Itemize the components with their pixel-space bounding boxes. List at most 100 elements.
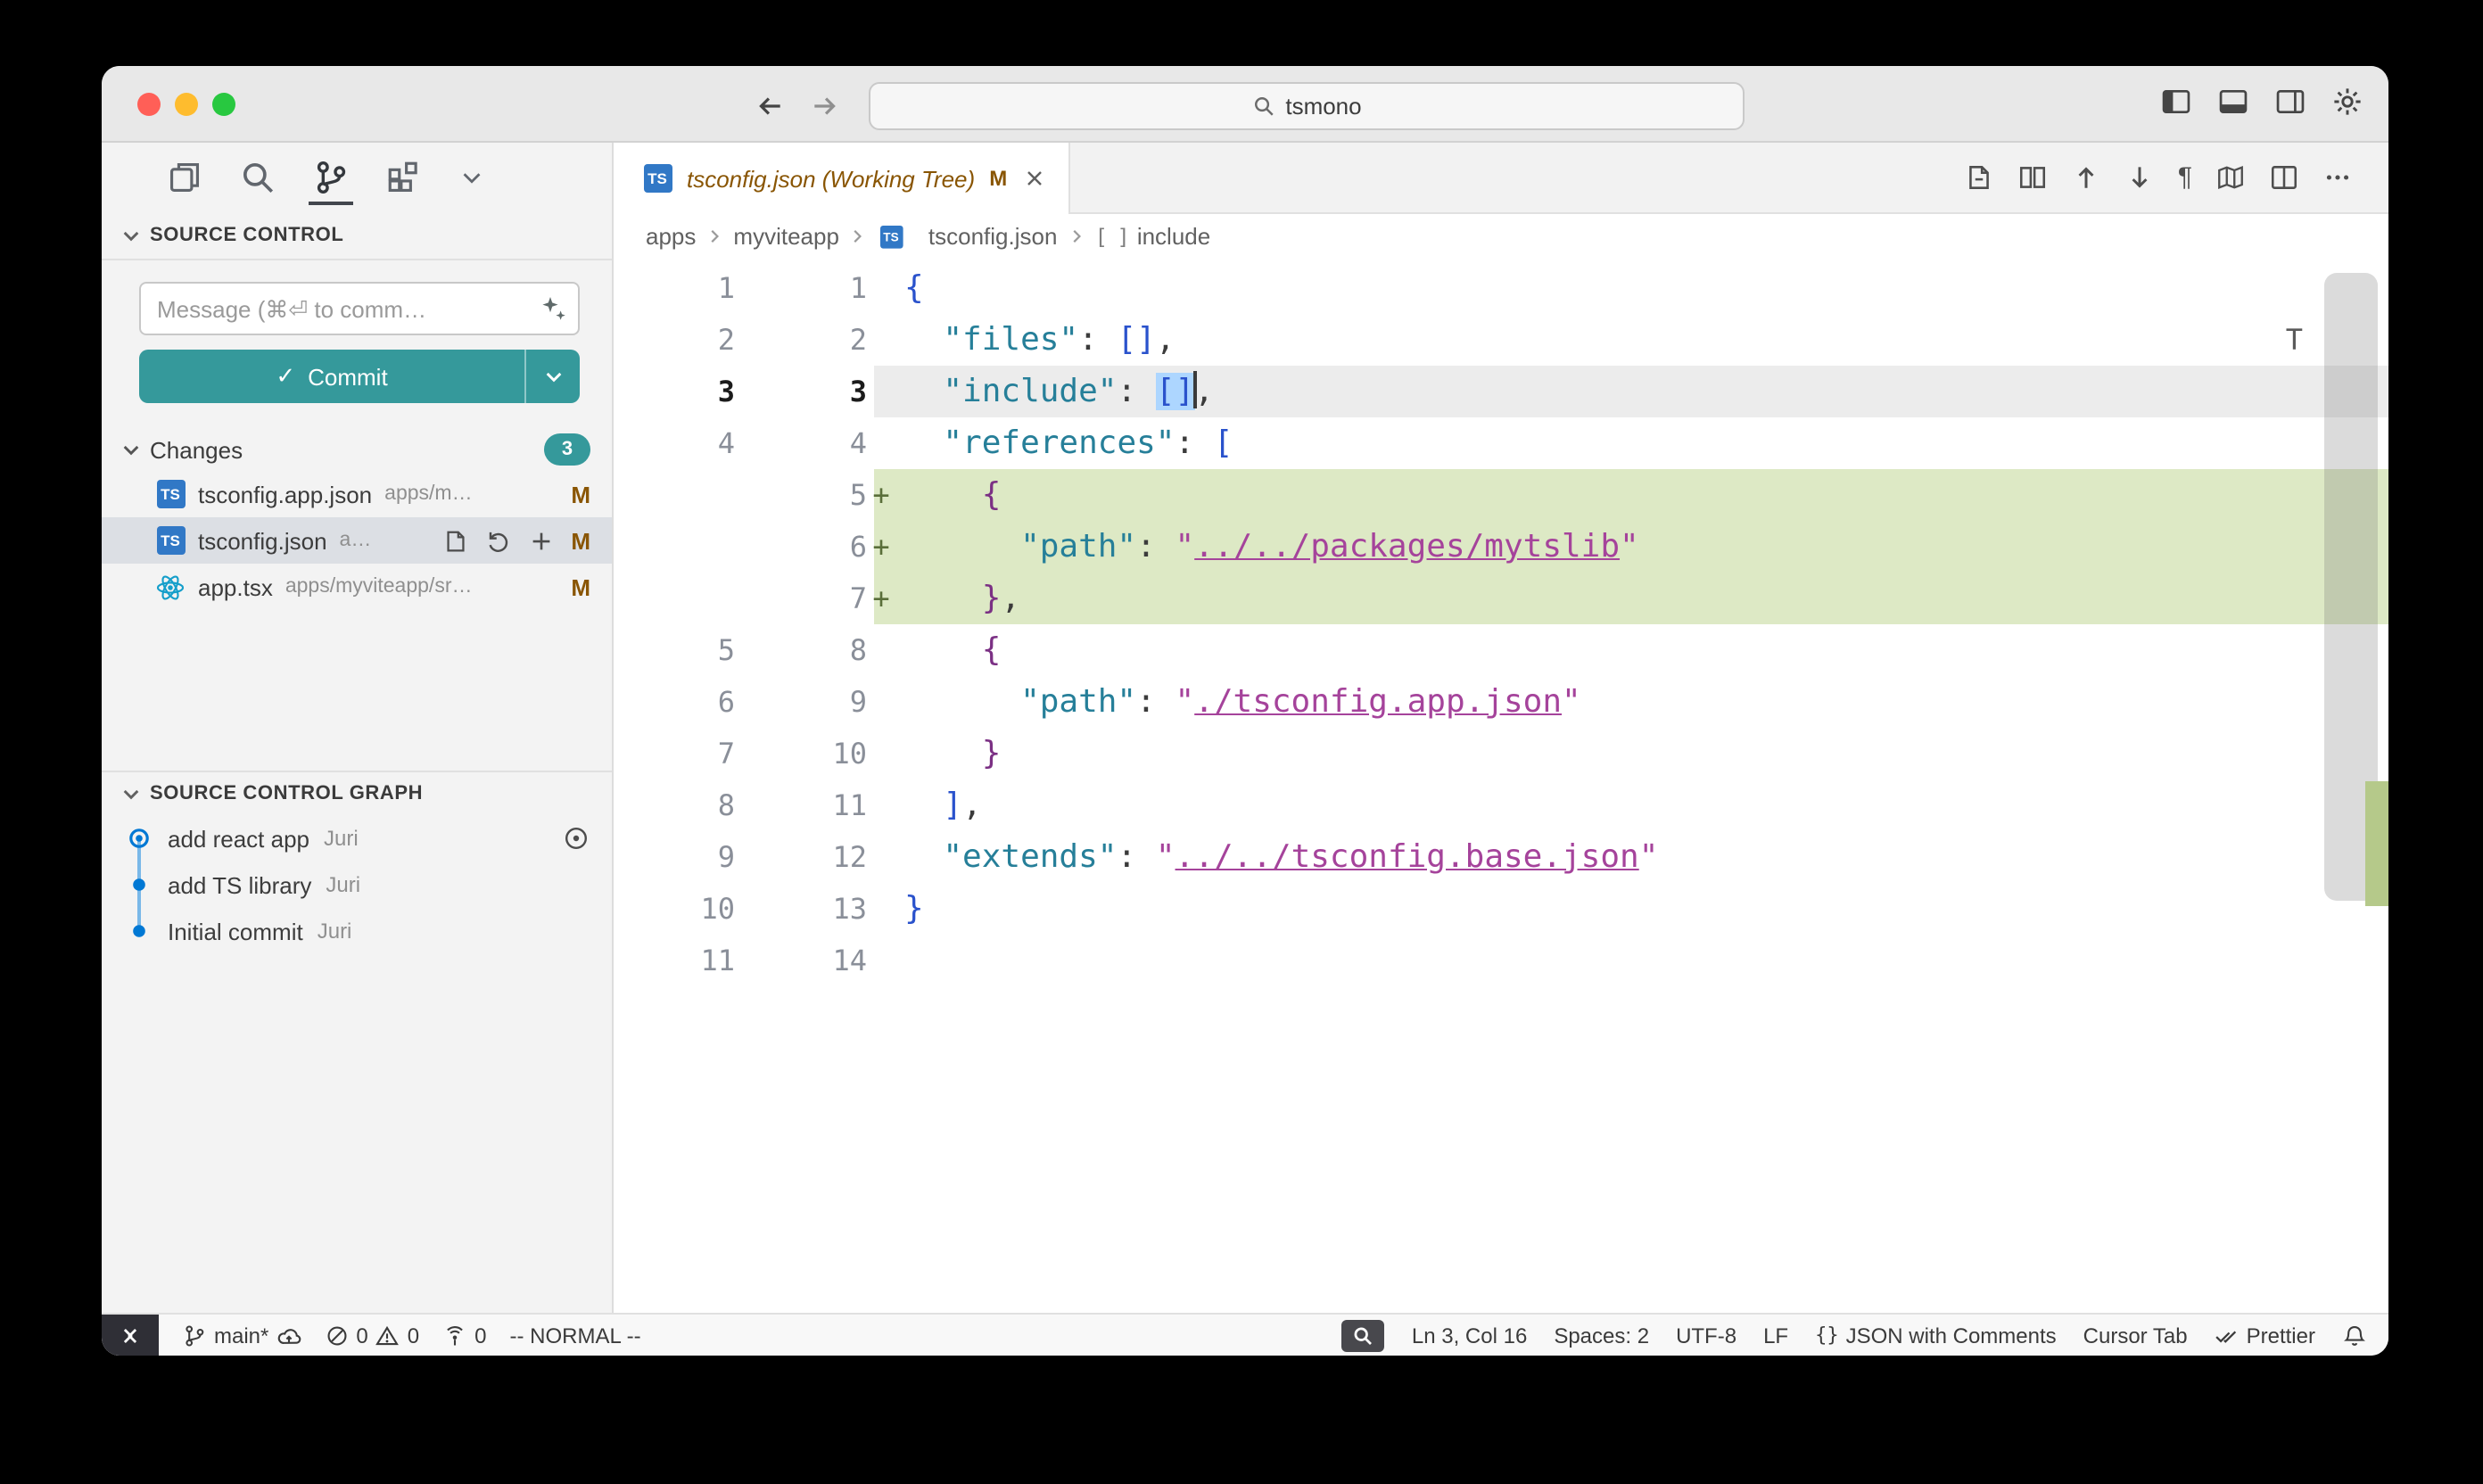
radio-tower-icon	[442, 1323, 467, 1348]
forward-button[interactable]	[810, 90, 840, 120]
discard-changes-icon[interactable]	[485, 527, 512, 554]
code-line[interactable]: 1013}	[614, 883, 2388, 935]
eol-item[interactable]: LF	[1763, 1323, 1788, 1348]
language-mode-item[interactable]: {} JSON with Comments	[1815, 1323, 2057, 1348]
code-text: "include": [],	[895, 366, 1214, 417]
formatter-item[interactable]: Prettier	[2215, 1323, 2315, 1348]
screencast-zoom-indicator[interactable]	[1342, 1319, 1385, 1351]
code-line[interactable]: 912 "extends": "../../tsconfig.base.json…	[614, 831, 2388, 883]
back-button[interactable]	[755, 90, 785, 120]
close-tab-icon[interactable]	[1021, 166, 1046, 191]
pilcrow-icon[interactable]: ¶	[2178, 164, 2192, 191]
changes-count-badge: 3	[544, 433, 590, 466]
code-line[interactable]: 58 {	[614, 624, 2388, 676]
layout-sidebar-icon[interactable]	[2160, 86, 2192, 118]
changed-file-row-selected[interactable]: TS tsconfig.json a…	[102, 517, 612, 564]
eol-label: LF	[1763, 1323, 1788, 1348]
new-line-number: 8	[746, 624, 867, 676]
commit-row[interactable]: add react app Juri	[102, 815, 612, 862]
zoom-button[interactable]	[212, 93, 235, 116]
commit-dot-current-icon	[125, 824, 153, 853]
compare-icon[interactable]	[2017, 162, 2048, 193]
more-views-tab[interactable]	[458, 143, 485, 212]
code-text: {	[895, 262, 924, 314]
code-line[interactable]: 22 "files": [],	[614, 314, 2388, 366]
open-changes-icon[interactable]	[1964, 162, 1994, 193]
diff-added-marker	[867, 624, 895, 676]
typescript-file-icon: TS	[879, 224, 903, 248]
changes-section-header[interactable]: Changes 3	[120, 428, 580, 471]
cursor-tab-item[interactable]: Cursor Tab	[2083, 1323, 2188, 1348]
code-line[interactable]: 710 }	[614, 728, 2388, 779]
code-line[interactable]: 44 "references": [	[614, 417, 2388, 469]
sidebar: SOURCE CONTROL ✓ Commit	[102, 143, 614, 1313]
old-line-number: 9	[614, 831, 746, 883]
changed-file-row[interactable]: app.tsx apps/myviteapp/sr… M	[102, 564, 612, 610]
previous-change-icon[interactable]	[2071, 162, 2101, 193]
commit-row[interactable]: add TS library Juri	[102, 862, 612, 908]
breadcrumb-item[interactable]: tsconfig.json	[928, 223, 1058, 250]
indentation-item[interactable]: Spaces: 2	[1554, 1323, 1649, 1348]
new-line-number: 10	[746, 728, 867, 779]
close-button[interactable]	[137, 93, 161, 116]
minimize-button[interactable]	[175, 93, 198, 116]
map-icon[interactable]	[2215, 162, 2246, 193]
code-line[interactable]: 33 "include": [],	[614, 366, 2388, 417]
code-line[interactable]: 11{	[614, 262, 2388, 314]
problems-item[interactable]: 0 0	[324, 1323, 419, 1348]
code-line[interactable]: 1114	[614, 935, 2388, 986]
extensions-tab[interactable]	[385, 143, 423, 212]
encoding-item[interactable]: UTF-8	[1676, 1323, 1736, 1348]
editor-toolbar: ¶	[1964, 143, 2388, 212]
commit-author: Juri	[318, 919, 590, 944]
goto-current-commit-icon[interactable]	[562, 824, 590, 853]
settings-gear-icon[interactable]	[2331, 86, 2363, 118]
commit-message: add TS library	[168, 871, 311, 898]
bell-icon[interactable]	[2342, 1323, 2367, 1348]
cloud-upload-icon[interactable]	[276, 1323, 301, 1348]
commit-message-input[interactable]	[139, 282, 580, 335]
split-editor-icon[interactable]	[2269, 162, 2299, 193]
stage-changes-icon[interactable]	[528, 527, 555, 554]
old-line-number: 10	[614, 883, 746, 935]
code-line[interactable]: 69 "path": "./tsconfig.app.json"	[614, 676, 2388, 728]
more-actions-icon[interactable]	[2322, 162, 2353, 193]
code-line[interactable]: 7+ },	[614, 573, 2388, 624]
code-text: "path": "./tsconfig.app.json"	[895, 676, 1581, 728]
search-tab[interactable]	[239, 143, 276, 212]
vim-mode-item[interactable]: -- NORMAL --	[510, 1323, 641, 1348]
ports-item[interactable]: 0	[442, 1323, 486, 1348]
graph-section-header[interactable]: SOURCE CONTROL GRAPH	[102, 772, 612, 815]
command-center-search[interactable]: tsmono	[869, 82, 1745, 130]
open-file-icon[interactable]	[442, 527, 469, 554]
sparkle-icon[interactable]	[539, 294, 567, 323]
commit-button[interactable]: ✓ Commit	[139, 350, 580, 403]
remote-indicator[interactable]	[102, 1315, 159, 1356]
branch-item[interactable]: main*	[182, 1323, 301, 1348]
tab-title: tsconfig.json (Working Tree)	[687, 165, 975, 192]
diff-editor[interactable]: 11{22 "files": [],33 "include": [],44 "r…	[614, 259, 2388, 1313]
commit-dropdown-button[interactable]	[524, 350, 580, 403]
breadcrumb-item[interactable]: include	[1137, 223, 1210, 250]
layout-panel-icon[interactable]	[2217, 86, 2249, 118]
vscode-window: tsmono	[102, 66, 2388, 1356]
next-change-icon[interactable]	[2124, 162, 2155, 193]
workbench: SOURCE CONTROL ✓ Commit	[102, 143, 2388, 1313]
breadcrumb-item[interactable]: myviteapp	[733, 223, 839, 250]
explorer-tab[interactable]	[166, 143, 203, 212]
tab-modified-badge: M	[989, 166, 1007, 191]
layout-secondary-sidebar-icon[interactable]	[2274, 86, 2306, 118]
code-line[interactable]: 5+ {	[614, 469, 2388, 521]
source-control-tab[interactable]	[312, 143, 350, 212]
tab-tsconfig-working-tree[interactable]: TS tsconfig.json (Working Tree) M	[614, 143, 1069, 214]
search-icon	[239, 159, 276, 196]
code-line[interactable]: 6+ "path": "../../packages/mytslib"	[614, 521, 2388, 573]
old-line-number	[614, 573, 746, 624]
breadcrumb-item[interactable]: apps	[646, 223, 696, 250]
commit-row[interactable]: Initial commit Juri	[102, 908, 612, 954]
changed-file-row[interactable]: TS tsconfig.app.json apps/m… M	[102, 471, 612, 517]
code-line[interactable]: 811 ],	[614, 779, 2388, 831]
cursor-position-item[interactable]: Ln 3, Col 16	[1412, 1323, 1527, 1348]
braces-icon: {}	[1815, 1323, 1839, 1347]
source-control-section-header[interactable]: SOURCE CONTROL	[102, 212, 612, 260]
